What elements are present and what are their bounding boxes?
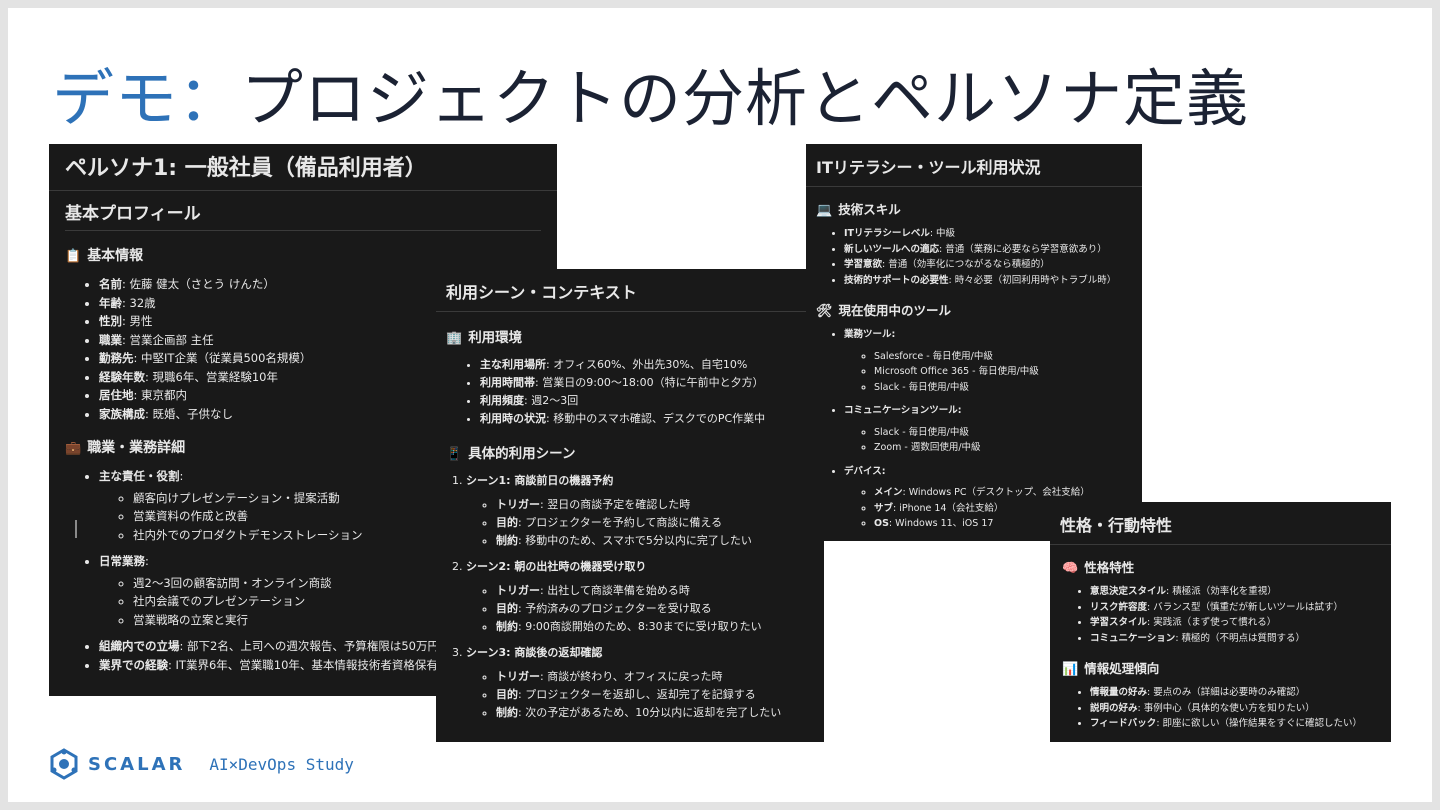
scene-item: シーン2: 朝の出社時の機器受け取りトリガー: 出社して商談準備を始める時目的:… (466, 558, 824, 636)
persona-heading: ペルソナ1: 一般社員（備品利用者） (49, 144, 557, 191)
list-item: 学習意欲: 普通（効率化につながるなら積極的） (844, 257, 1142, 273)
trait-heading: 性格・行動特性 (1050, 502, 1391, 545)
phone-icon: 📱 (446, 447, 463, 462)
scenes-heading: 📱 具体的利用シーン (446, 446, 576, 462)
list-item: Microsoft Office 365 - 毎日使用/中級 (874, 364, 1142, 380)
list-item: 意思決定スタイル: 積極派（効率化を重視） (1090, 584, 1391, 600)
list-item: 利用時の状況: 移動中のスマホ確認、デスクでのPC作業中 (480, 410, 824, 428)
skills-heading: 💻 技術スキル (816, 202, 901, 218)
list-item: トリガー: 出社して商談準備を始める時 (496, 582, 824, 600)
footer: SCALAR AI×DevOps Study (48, 748, 354, 780)
list-item: コミュニケーションツール: Slack - 毎日使用/中級Zoom - 週数回使… (844, 403, 1142, 456)
list-item: 目的: 予約済みのプロジェクターを受け取る (496, 600, 824, 618)
comm-tools-sublist: Slack - 毎日使用/中級Zoom - 週数回使用/中級 (874, 425, 1142, 456)
list-item: ITリテラシーレベル: 中級 (844, 226, 1142, 242)
list-item: 情報量の好み: 要点のみ（詳細は必要時のみ確認） (1090, 685, 1391, 701)
list-item: コミュニケーション: 積極的（不明点は質問する） (1090, 631, 1391, 647)
tools-heading: 🛠 現在使用中のツール (816, 303, 952, 319)
scene-detail-sublist: トリガー: 出社して商談準備を始める時目的: 予約済みのプロジェクターを受け取る… (496, 582, 824, 636)
list-item: 主な利用場所: オフィス60%、外出先30%、自宅10% (480, 356, 824, 374)
list-item: Slack - 毎日使用/中級 (874, 380, 1142, 396)
building-icon: 🏢 (446, 331, 463, 346)
cursor-bar (75, 520, 77, 538)
list-item: Slack - 毎日使用/中級 (874, 425, 1142, 441)
it-literacy-screenshot: ITリテラシー・ツール利用状況 💻技術スキル ITリテラシーレベル: 中級新しい… (806, 144, 1142, 541)
env-list: 主な利用場所: オフィス60%、外出先30%、自宅10%利用時間帯: 営業日の9… (480, 356, 824, 428)
list-item: 学習スタイル: 実践派（まず使って慣れる） (1090, 615, 1391, 631)
list-item: リスク許容度: バランス型（慎重だが新しいツールは試す） (1090, 600, 1391, 616)
scene-item: シーン1: 商談前日の機器予約トリガー: 翌日の商談予定を確認した時目的: プロ… (466, 472, 824, 550)
list-item: 制約: 移動中のため、スマホで5分以内に完了したい (496, 532, 824, 550)
env-heading: 🏢 利用環境 (446, 330, 523, 346)
it-heading: ITリテラシー・ツール利用状況 (806, 144, 1142, 187)
list-item: フィードバック: 即座に欲しい（操作結果をすぐに確認したい） (1090, 716, 1391, 732)
list-item: 制約: 9:00商談開始のため、8:30までに受け取りたい (496, 618, 824, 636)
list-item: 技術的サポートの必要性: 時々必要（初回利用時やトラブル時） (844, 273, 1142, 289)
list-item: Zoom - 週数回使用/中級 (874, 440, 1142, 456)
scene-detail-sublist: トリガー: 翌日の商談予定を確認した時目的: プロジェクターを予約して商談に備え… (496, 496, 824, 550)
list-item: トリガー: 商談が終わり、オフィスに戻った時 (496, 668, 824, 686)
slide: デモ：プロジェクトの分析とペルソナ定義 ペルソナ1: 一般社員（備品利用者） 基… (8, 8, 1432, 802)
scalar-logo-icon (50, 748, 78, 780)
scene-detail-sublist: トリガー: 商談が終わり、オフィスに戻った時目的: プロジェクターを返却し、返却… (496, 668, 824, 722)
list-item: 利用時間帯: 営業日の9:00〜18:00（特に午前中と夕方） (480, 374, 824, 392)
list-item: 業務ツール: Salesforce - 毎日使用/中級Microsoft Off… (844, 327, 1142, 395)
slide-title-text: プロジェクトの分析とペルソナ定義 (241, 62, 1250, 135)
list-item: 利用頻度: 週2〜3回 (480, 392, 824, 410)
list-item: 制約: 次の予定があるため、10分以内に返却を完了したい (496, 704, 824, 722)
basic-info-heading: 📋 基本情報 (65, 248, 144, 264)
list-item: 新しいツールへの適応: 普通（業務に必要なら学習意欲あり） (844, 242, 1142, 258)
personality-screenshot: 性格・行動特性 🧠性格特性 意思決定スタイル: 積極派（効率化を重視）リスク許容… (1050, 502, 1391, 742)
skills-list: ITリテラシーレベル: 中級新しいツールへの適応: 普通（業務に必要なら学習意欲… (844, 226, 1142, 288)
tools-icon: 🛠 (816, 304, 833, 319)
clipboard-icon: 📋 (65, 249, 82, 264)
business-tools-sublist: Salesforce - 毎日使用/中級Microsoft Office 365… (874, 349, 1142, 396)
tools-list: 業務ツール: Salesforce - 毎日使用/中級Microsoft Off… (844, 327, 1142, 532)
info-heading: 📊 情報処理傾向 (1062, 661, 1160, 677)
scene-heading: 利用シーン・コンテキスト (436, 269, 824, 312)
slide-title-accent: デモ： (52, 62, 242, 135)
study-name: AI×DevOps Study (209, 754, 354, 774)
info-list: 情報量の好み: 要点のみ（詳細は必要時のみ確認）説明の好み: 事例中心（具体的な… (1090, 685, 1391, 732)
scene-list: シーン1: 商談前日の機器予約トリガー: 翌日の商談予定を確認した時目的: プロ… (466, 472, 824, 722)
traits-list: 意思決定スタイル: 積極派（効率化を重視）リスク許容度: バランス型（慎重だが新… (1090, 584, 1391, 646)
list-item: 目的: プロジェクターを返却し、返却完了を記録する (496, 686, 824, 704)
list-item: 説明の好み: 事例中心（具体的な使い方を知りたい） (1090, 701, 1391, 717)
usage-scene-screenshot: 利用シーン・コンテキスト 🏢利用環境 主な利用場所: オフィス60%、外出先30… (436, 269, 824, 742)
chart-icon: 📊 (1062, 662, 1079, 677)
traits-heading: 🧠 性格特性 (1062, 560, 1135, 576)
profile-section-heading: 基本プロフィール (65, 191, 541, 231)
brand-name: SCALAR (88, 753, 186, 775)
slide-title: デモ：プロジェクトの分析とペルソナ定義 (52, 48, 1249, 138)
scene-item: シーン3: 商談後の返却確認トリガー: 商談が終わり、オフィスに戻った時目的: … (466, 644, 824, 722)
list-item: 目的: プロジェクターを予約して商談に備える (496, 514, 824, 532)
list-item: メイン: Windows PC（デスクトップ、会社支給） (874, 485, 1142, 501)
laptop-icon: 💻 (816, 203, 833, 218)
brain-icon: 🧠 (1062, 561, 1079, 576)
list-item: トリガー: 翌日の商談予定を確認した時 (496, 496, 824, 514)
list-item: Salesforce - 毎日使用/中級 (874, 349, 1142, 365)
briefcase-icon: 💼 (65, 441, 82, 456)
